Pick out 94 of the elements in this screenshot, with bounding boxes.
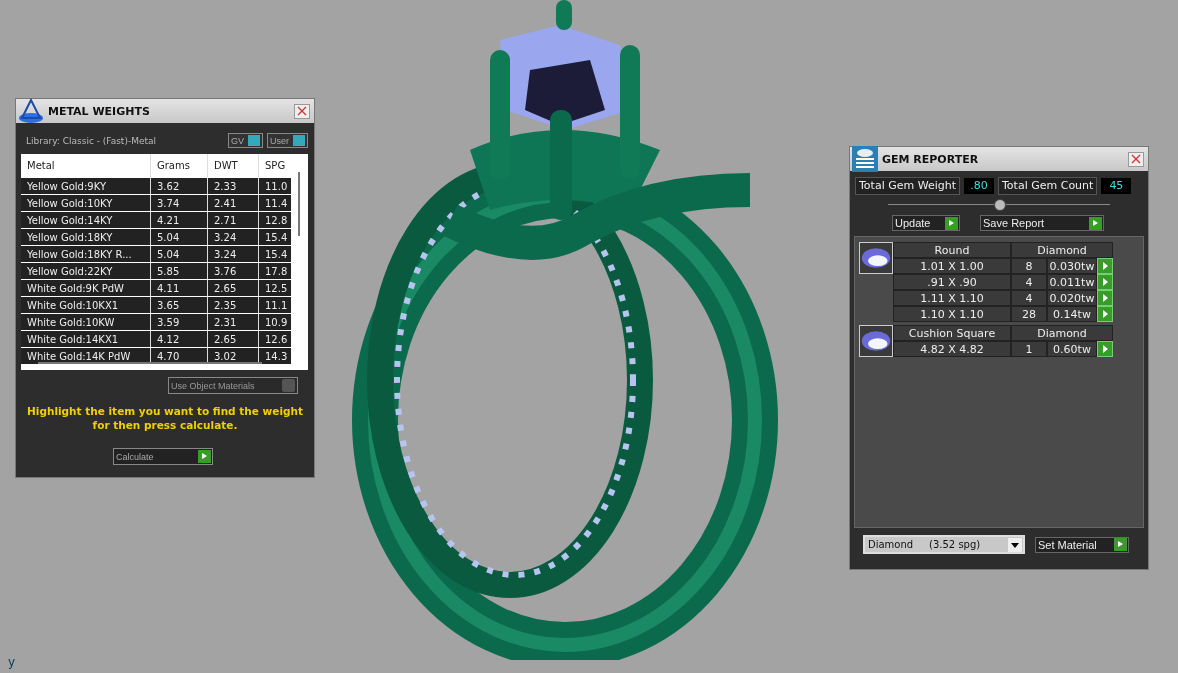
table-cell-text: 14.3 xyxy=(264,349,289,364)
pyramid-icon xyxy=(18,98,44,124)
table-cell: .91 X .90 xyxy=(893,274,1011,290)
window-title: GEM REPORTER xyxy=(882,152,980,166)
table-cell-text: 15.4 xyxy=(264,230,289,245)
table-cell-text: 17.8 xyxy=(264,264,289,279)
table-cell: 0.020tw xyxy=(1047,290,1097,306)
play-button[interactable] xyxy=(1097,341,1113,357)
column-header: Grams xyxy=(151,154,208,177)
toggle-button[interactable]: GV xyxy=(227,133,263,148)
table-cell: 4 xyxy=(1011,290,1047,306)
instruction-text: Highlight the item you want to find the weight for then press calculate. xyxy=(26,404,304,432)
scrollbar[interactable] xyxy=(298,172,300,236)
total-count-value: 45 xyxy=(1101,178,1132,194)
table-cell: 8 xyxy=(1011,258,1047,274)
table-cell: 2.65 xyxy=(208,331,259,347)
report-icon xyxy=(852,146,878,172)
table-cell: Cushion Square xyxy=(893,325,1011,341)
table-cell: 1.01 X 1.00 xyxy=(893,258,1011,274)
library-label: Library: Classic - (Fast)-Metal xyxy=(26,135,157,146)
table-cell: 3.24 xyxy=(208,229,259,245)
table-cell: Yellow Gold:14KY xyxy=(21,212,151,228)
table-cell: 3.62 xyxy=(151,178,208,194)
toggle-button[interactable]: User xyxy=(267,133,308,148)
table-cell: 3.59 xyxy=(151,314,208,330)
play-button[interactable] xyxy=(1097,274,1113,290)
table-cell: 3.76 xyxy=(208,263,259,279)
table-cell: White Gold:9K PdW xyxy=(21,280,151,296)
window-title: METAL WEIGHTS xyxy=(48,104,151,118)
calculate-button[interactable]: Calculate xyxy=(113,448,213,465)
table-cell: Yellow Gold:18KY R... xyxy=(21,246,151,262)
play-button[interactable] xyxy=(1097,306,1113,322)
table-cell: White Gold:10KW xyxy=(21,314,151,330)
table-cell: 3.24 xyxy=(208,246,259,262)
table-cell: 28 xyxy=(1011,306,1047,322)
close-button[interactable] xyxy=(1128,151,1144,167)
table-cell: Diamond xyxy=(1011,242,1113,258)
column-header: DWT xyxy=(208,154,259,177)
play-button[interactable] xyxy=(1097,290,1113,306)
column-header: Metal xyxy=(21,154,151,177)
table-cell-text: 11.4 xyxy=(264,196,289,211)
table-cell-text: 10.9 xyxy=(264,315,289,330)
table-cell: Yellow Gold:18KY xyxy=(21,229,151,245)
action-button[interactable]: Update xyxy=(892,215,960,231)
total-count-label: Total Gem Count xyxy=(998,177,1098,195)
table-cell-text: 12.8 xyxy=(264,213,289,228)
table-cell: 4.11 xyxy=(151,280,208,296)
table-cell: 2.33 xyxy=(208,178,259,194)
table-cell: 0.14tw xyxy=(1047,306,1097,322)
table-cell: 5.04 xyxy=(151,229,208,245)
table-cell: 5.85 xyxy=(151,263,208,279)
table-cell: 0.60tw xyxy=(1047,341,1097,357)
total-weight-value: .80 xyxy=(964,178,994,194)
gem-icon xyxy=(859,242,893,274)
table-cell-text: 12.5 xyxy=(264,281,289,296)
table-cell: 5.04 xyxy=(151,246,208,262)
table-cell: 2.41 xyxy=(208,195,259,211)
use-object-materials-toggle[interactable]: Use Object Materials xyxy=(168,377,298,394)
table-cell: White Gold:14KX1 xyxy=(21,331,151,347)
table-cell: 4.21 xyxy=(151,212,208,228)
table-cell: 1.10 X 1.10 xyxy=(893,306,1011,322)
table-cell: 4.82 X 4.82 xyxy=(893,341,1011,357)
column-header: SPG xyxy=(264,159,287,173)
table-cell: 0.030tw xyxy=(1047,258,1097,274)
set-material-button[interactable]: Set Material xyxy=(1035,536,1129,553)
table-cell-text: 15.4 xyxy=(264,247,289,262)
table-cell: Diamond xyxy=(1011,325,1113,341)
material-dropdown[interactable]: Diamond (3.52 spg) xyxy=(863,535,1025,554)
table-cell: Yellow Gold:10KY xyxy=(21,195,151,211)
table-cell: 3.74 xyxy=(151,195,208,211)
table-cell: 2.65 xyxy=(208,280,259,296)
total-weight-label: Total Gem Weight xyxy=(855,177,960,195)
table-cell: Yellow Gold:9KY xyxy=(21,178,151,194)
axis-label: y xyxy=(8,655,16,669)
table-cell: 3.65 xyxy=(151,297,208,313)
table-cell: 1.11 X 1.10 xyxy=(893,290,1011,306)
action-button[interactable]: Save Report xyxy=(980,215,1104,231)
scrollbar[interactable] xyxy=(38,362,262,364)
table-cell: 2.31 xyxy=(208,314,259,330)
table-cell: 2.35 xyxy=(208,297,259,313)
table-cell: Yellow Gold:22KY xyxy=(21,263,151,279)
table-cell: 1 xyxy=(1011,341,1047,357)
table-cell: 2.71 xyxy=(208,212,259,228)
table-cell-text: 11.1 xyxy=(264,298,289,313)
table-cell-text: 12.6 xyxy=(264,332,289,347)
gem-icon xyxy=(859,325,893,357)
table-cell: 4.12 xyxy=(151,331,208,347)
table-cell: White Gold:10KX1 xyxy=(21,297,151,313)
table-cell: 4 xyxy=(1011,274,1047,290)
table-cell-text: 11.0 xyxy=(264,179,289,194)
close-button[interactable] xyxy=(294,103,310,119)
table-cell: 0.011tw xyxy=(1047,274,1097,290)
table-cell: Round xyxy=(893,242,1011,258)
play-button[interactable] xyxy=(1097,258,1113,274)
